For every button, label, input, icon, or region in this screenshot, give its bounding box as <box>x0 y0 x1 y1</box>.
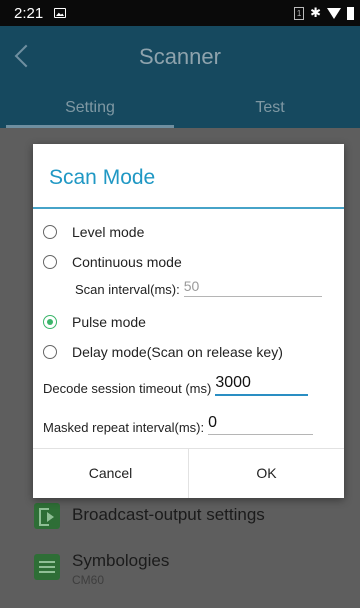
cancel-button[interactable]: Cancel <box>33 449 188 498</box>
scan-interval-label: Scan interval(ms): <box>75 282 180 297</box>
tab-bar: Setting Test <box>0 88 360 128</box>
scan-mode-dialog: Scan Mode Level mode Continuous mode Sca… <box>33 144 344 498</box>
wifi-icon <box>327 7 341 19</box>
radio-button[interactable] <box>43 345 57 359</box>
bluetooth-icon: ✱ <box>310 5 321 20</box>
decode-timeout-input[interactable] <box>215 374 309 396</box>
list-item-label: Broadcast-output settings <box>72 505 265 524</box>
radio-button[interactable] <box>43 255 57 269</box>
option-label: Delay mode(Scan on release key) <box>72 344 283 360</box>
decode-timeout-row: Decode session timeout (ms) <box>43 374 309 396</box>
scan-interval-row: Scan interval(ms): <box>75 278 322 297</box>
list-item-subtitle: CM60 <box>72 573 105 587</box>
app-bar: Scanner <box>0 26 360 88</box>
tab-test[interactable]: Test <box>180 88 360 128</box>
option-level-mode[interactable]: Level mode <box>43 224 144 240</box>
image-notification-icon <box>54 8 66 18</box>
option-label: Level mode <box>72 224 145 240</box>
status-time: 2:21 <box>14 5 44 22</box>
dialog-title: Scan Mode <box>49 166 156 189</box>
list-item-text: Symbologies CM60 <box>72 551 169 587</box>
scan-interval-input[interactable] <box>183 278 322 297</box>
radio-button[interactable] <box>43 225 57 239</box>
list-item-broadcast-output[interactable]: Broadcast-output settings <box>34 503 265 529</box>
title-divider <box>33 207 344 209</box>
option-label: Continuous mode <box>72 254 182 270</box>
tab-setting[interactable]: Setting <box>0 88 180 128</box>
broadcast-output-icon <box>34 503 60 529</box>
masked-repeat-input[interactable] <box>208 414 314 435</box>
app-title: Scanner <box>139 44 221 69</box>
list-item-symbologies[interactable]: Symbologies CM60 <box>34 551 169 587</box>
option-label: Pulse mode <box>72 314 146 330</box>
radio-button-checked[interactable] <box>43 315 57 329</box>
battery-icon <box>347 6 354 20</box>
option-continuous-mode[interactable]: Continuous mode <box>43 254 182 270</box>
option-pulse-mode[interactable]: Pulse mode <box>43 314 146 330</box>
masked-repeat-label: Masked repeat interval(ms): <box>43 420 205 435</box>
masked-repeat-row: Masked repeat interval(ms): <box>43 414 314 435</box>
symbologies-icon <box>34 554 60 580</box>
decode-timeout-label: Decode session timeout (ms) <box>43 381 212 396</box>
ok-button[interactable]: OK <box>189 449 344 498</box>
status-bar: 2:21 1 ✱ <box>0 0 360 26</box>
list-item-label: Symbologies <box>72 551 170 570</box>
sim-icon: 1 <box>294 6 305 20</box>
status-icons: 1 ✱ <box>294 5 354 21</box>
option-delay-mode[interactable]: Delay mode(Scan on release key) <box>43 344 283 360</box>
